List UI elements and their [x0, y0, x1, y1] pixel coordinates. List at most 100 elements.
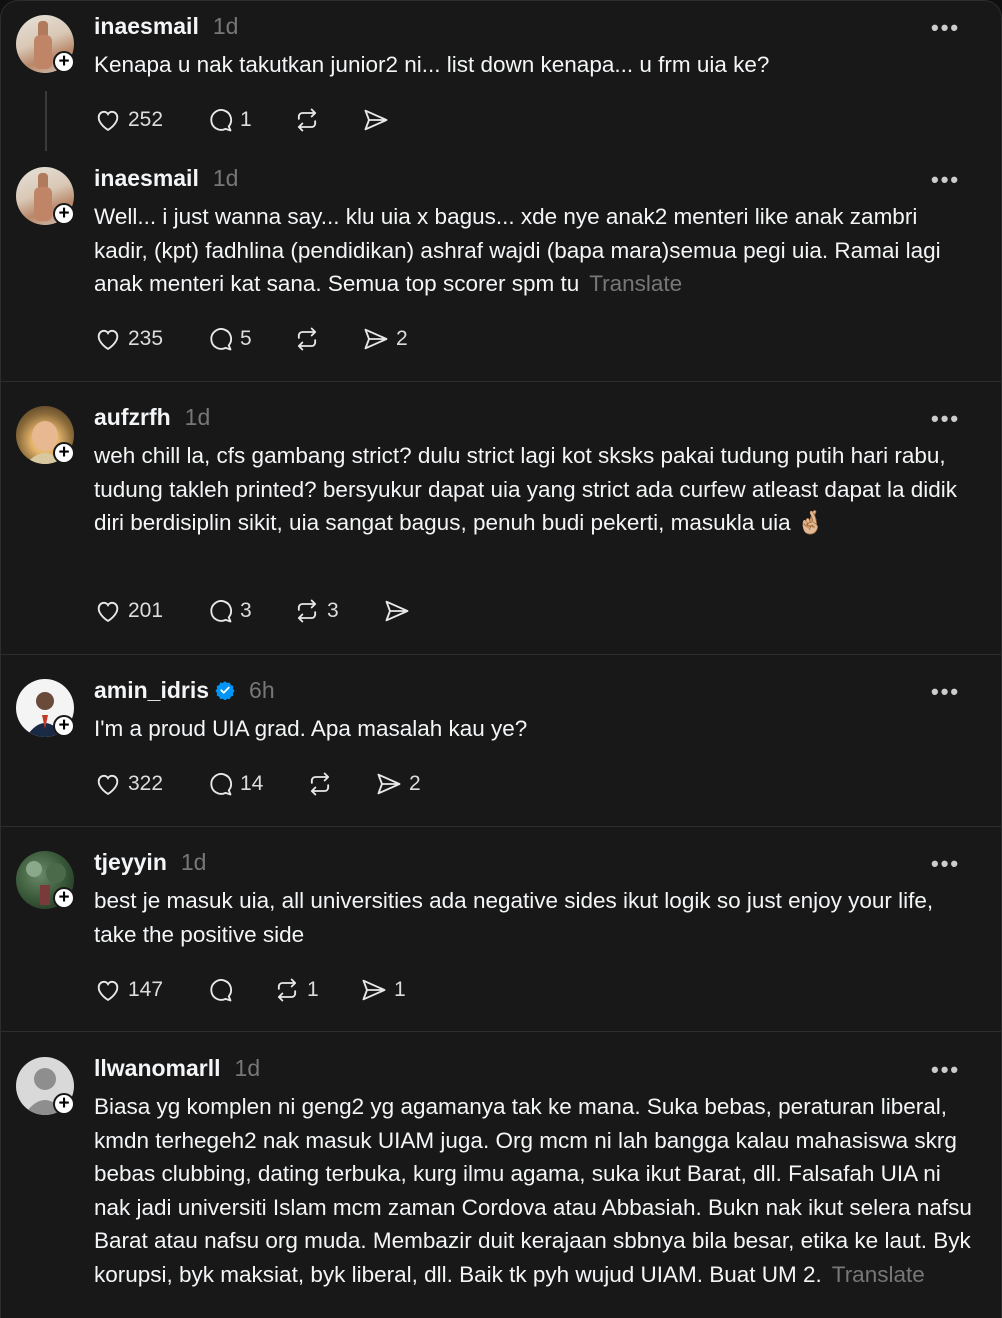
more-options-button[interactable]: ••• [931, 679, 960, 705]
post-text: Biasa yg komplen ni geng2 yg agamanya ta… [94, 1090, 974, 1292]
repost-icon [310, 772, 330, 796]
post-body: Biasa yg komplen ni geng2 yg agamanya ta… [94, 1094, 972, 1287]
username[interactable]: aufzrfh 1d [94, 404, 210, 431]
post-body: I'm a proud UIA grad. Apa masalah kau ye… [94, 716, 528, 741]
username-text[interactable]: aufzrfh [94, 404, 171, 430]
repost-icon [297, 327, 317, 351]
reply-count: 1 [240, 108, 252, 131]
post-text: Well... i just wanna say... klu uia x ba… [94, 200, 974, 301]
divider [1, 381, 1001, 382]
share-button[interactable]: 2 [362, 323, 408, 355]
repost-icon [277, 978, 297, 1002]
more-options-button[interactable]: ••• [931, 167, 960, 193]
reply-button[interactable] [206, 974, 240, 1006]
follow-plus-button[interactable]: + [53, 51, 75, 73]
send-icon [377, 773, 401, 795]
translate-link[interactable]: Translate [589, 271, 682, 296]
reply-button[interactable]: 5 [206, 323, 252, 355]
share-button[interactable] [362, 104, 396, 136]
thread-connector-line [45, 91, 47, 151]
repost-button[interactable]: 1 [273, 974, 319, 1006]
like-button[interactable]: 252 [94, 104, 163, 136]
share-count: 1 [394, 978, 406, 1001]
share-count: 2 [396, 327, 408, 350]
like-button[interactable]: 147 [94, 974, 163, 1006]
follow-plus-button[interactable]: + [53, 715, 75, 737]
share-button[interactable] [383, 595, 417, 627]
heart-icon [97, 329, 119, 351]
username-text[interactable]: llwanomarll [94, 1055, 221, 1081]
like-button[interactable]: 235 [94, 323, 163, 355]
post-text: best je masuk uia, all universities ada … [94, 884, 974, 951]
post-body: best je masuk uia, all universities ada … [94, 888, 934, 947]
post-body: weh chill la, cfs gambang strict? dulu s… [94, 443, 958, 536]
send-icon [364, 328, 388, 350]
share-button[interactable]: 2 [375, 768, 421, 800]
comment-icon [210, 979, 233, 1002]
post-time: 1d [212, 13, 239, 39]
post-text: I'm a proud UIA grad. Apa masalah kau ye… [94, 712, 974, 746]
follow-plus-button[interactable]: + [53, 203, 75, 225]
more-options-button[interactable]: ••• [931, 406, 960, 432]
like-button[interactable]: 322 [94, 768, 163, 800]
repost-button[interactable] [293, 323, 327, 355]
like-count: 147 [128, 978, 164, 1001]
divider [1, 1031, 1001, 1032]
heart-icon [97, 110, 119, 132]
username-text[interactable]: inaesmail [94, 13, 199, 39]
more-options-button[interactable]: ••• [931, 15, 960, 41]
comment-icon [210, 600, 233, 623]
reply-count: 14 [240, 772, 264, 795]
post-time: 1d [212, 165, 239, 191]
follow-plus-button[interactable]: + [53, 887, 75, 909]
post-time: 1d [180, 849, 207, 875]
like-count: 252 [128, 108, 164, 131]
repost-button[interactable]: 3 [293, 595, 339, 627]
threads-replies-panel: + inaesmail 1d ••• Kenapa u nak takutkan … [0, 0, 1002, 1318]
repost-icon [297, 108, 317, 132]
reply-button[interactable]: 1 [206, 104, 252, 136]
repost-count: 3 [327, 599, 339, 622]
comment-icon [210, 328, 233, 351]
post-text: weh chill la, cfs gambang strict? dulu s… [94, 439, 974, 540]
username-text[interactable]: inaesmail [94, 165, 199, 191]
heart-icon [97, 774, 119, 796]
like-count: 201 [128, 599, 164, 622]
like-count: 235 [128, 327, 164, 350]
username-text[interactable]: amin_idris [94, 677, 209, 703]
username[interactable]: tjeyyin 1d [94, 849, 206, 876]
translate-link[interactable]: Translate [832, 1262, 925, 1287]
send-icon [385, 600, 409, 622]
send-icon [364, 109, 388, 131]
reply-count: 3 [240, 599, 252, 622]
post-body: Well... i just wanna say... klu uia x ba… [94, 204, 941, 297]
reply-button[interactable]: 3 [206, 595, 252, 627]
username[interactable]: inaesmail 1d [94, 165, 238, 192]
comment-icon [210, 109, 233, 132]
follow-plus-button[interactable]: + [53, 1093, 75, 1115]
send-icon [362, 979, 386, 1001]
more-options-button[interactable]: ••• [931, 1057, 960, 1083]
repost-button[interactable] [293, 104, 327, 136]
post-body: Kenapa u nak takutkan junior2 ni... list… [94, 52, 770, 77]
divider [1, 826, 1001, 827]
heart-icon [97, 601, 119, 623]
like-button[interactable]: 201 [94, 595, 163, 627]
username[interactable]: llwanomarll 1d [94, 1055, 260, 1082]
repost-button[interactable] [306, 768, 340, 800]
username[interactable]: inaesmail 1d [94, 13, 238, 40]
follow-plus-button[interactable]: + [53, 442, 75, 464]
share-count: 2 [409, 772, 421, 795]
reply-button[interactable]: 14 [206, 768, 263, 800]
verified-badge-icon [215, 681, 235, 700]
post-time: 1d [184, 404, 211, 430]
repost-icon [297, 599, 317, 623]
reply-count: 5 [240, 327, 252, 350]
username[interactable]: amin_idris 6h [94, 677, 275, 704]
username-text[interactable]: tjeyyin [94, 849, 167, 875]
post-text: Kenapa u nak takutkan junior2 ni... list… [94, 48, 974, 82]
more-options-button[interactable]: ••• [931, 851, 960, 877]
share-button[interactable]: 1 [360, 974, 406, 1006]
heart-icon [97, 980, 119, 1002]
divider [1, 654, 1001, 655]
